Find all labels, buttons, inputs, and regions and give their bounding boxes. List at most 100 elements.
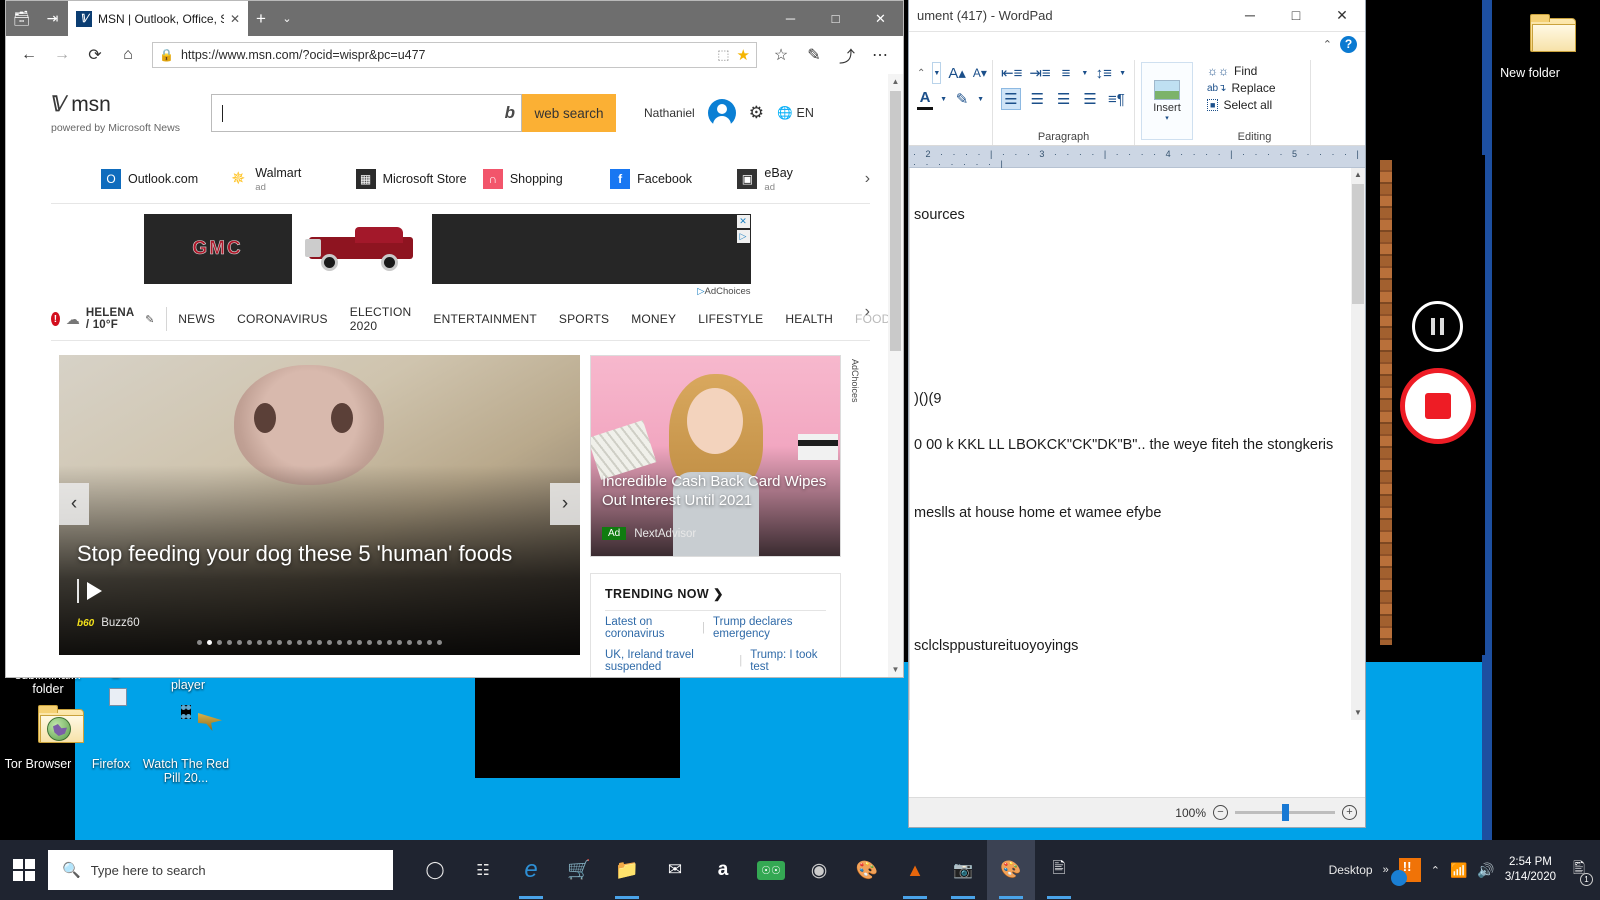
partner-walmart[interactable]: ✵ Walmart ad [228, 164, 355, 193]
partner-microsoft-store[interactable]: ▦ Microsoft Store [355, 168, 483, 189]
font-color-icon[interactable]: A [917, 88, 934, 110]
partner-shopping[interactable]: ∩ Shopping [482, 168, 610, 189]
scrollbar-thumb[interactable] [1352, 184, 1364, 304]
wordpad-minimize-button[interactable]: ─ [1227, 0, 1273, 30]
page-scrollbar[interactable]: ▲ ▼ [888, 74, 903, 677]
start-button[interactable] [0, 840, 48, 900]
camera-app-icon[interactable]: 📷 [939, 840, 987, 900]
zoom-out-button[interactable]: − [1213, 805, 1228, 820]
desktop-icon-red-pill-video[interactable]: Watch The Red Pill 20... [140, 705, 232, 785]
insert-button[interactable]: Insert ▾ [1141, 62, 1193, 140]
microsoft-store-icon[interactable]: 🛒 [555, 840, 603, 900]
wordpad-document-area[interactable]: sources )()(9 0 00 k KKL LL LBOKCK"CK"DK… [909, 168, 1365, 720]
nav-news[interactable]: NEWS [167, 312, 226, 326]
task-view-icon[interactable]: ☷ [459, 840, 507, 900]
align-right-icon[interactable]: ☰ [1054, 88, 1073, 110]
wordpad-ruler[interactable]: · 2 · · · · | · · · 3 · · · · | · · · · … [909, 146, 1365, 169]
carousel-next-button[interactable]: › [550, 483, 580, 525]
nav-money[interactable]: MONEY [620, 312, 687, 326]
trending-link[interactable]: Trump declares emergency [713, 616, 826, 640]
play-video-button[interactable] [77, 579, 102, 603]
amazon-icon[interactable]: a [699, 840, 747, 900]
stop-button[interactable] [1400, 368, 1476, 444]
pencil-icon[interactable]: ✎ [145, 313, 154, 326]
help-icon[interactable]: ? [1340, 35, 1357, 53]
tray-overflow-icon[interactable]: » [1383, 864, 1389, 876]
partner-outlook[interactable]: O Outlook.com [101, 168, 228, 189]
address-bar[interactable]: 🔒 https://www.msn.com/?ocid=wispr&pc=u47… [152, 42, 757, 68]
wordpad-maximize-button[interactable]: □ [1273, 0, 1319, 30]
taskbar-search-box[interactable]: 🔍 Type here to search [48, 850, 393, 890]
wordpad-title-bar[interactable]: ument (417) - WordPad ─ □ ✕ [909, 0, 1365, 32]
favorites-hub-icon[interactable]: ☆ [766, 40, 796, 70]
language-selector[interactable]: 🌐 EN [777, 106, 814, 121]
decrease-indent-icon[interactable]: ⇤≡ [1001, 62, 1022, 84]
close-tab-icon[interactable]: ✕ [230, 12, 240, 26]
avatar[interactable] [707, 99, 736, 127]
new-tab-button[interactable]: + [248, 1, 274, 36]
font-color-caret[interactable]: ▼ [940, 96, 947, 103]
web-search-button[interactable]: web search [522, 94, 616, 132]
grow-font-icon[interactable]: A▴ [948, 62, 966, 84]
font-dropdown-caret[interactable]: ▼ [932, 62, 942, 84]
msn-search[interactable]: b web search [211, 94, 616, 132]
wordpad-icon[interactable]: 🖹 [1035, 840, 1083, 900]
adchoices-icon[interactable]: ▷ [736, 230, 750, 243]
gear-icon[interactable]: ⚙ [749, 103, 764, 123]
adchoices-label[interactable]: ▷AdChoices [144, 286, 750, 297]
show-hidden-icons-chevron-up-icon[interactable]: ⌃ [1431, 864, 1440, 877]
page-scroll-up-arrow[interactable]: ▲ [888, 74, 903, 89]
scroll-down-arrow[interactable]: ▼ [1351, 706, 1365, 720]
trending-link[interactable]: UK, Ireland travel suspended [605, 649, 731, 673]
wordpad-scrollbar[interactable]: ▲ ▼ [1351, 168, 1365, 720]
partners-next-icon[interactable]: › [865, 170, 870, 188]
favorite-star-icon[interactable]: ★ [737, 46, 750, 64]
scroll-up-icon[interactable]: ⌃ [917, 68, 925, 79]
weather-widget[interactable]: ! ☁ HELENA / 10°F ✎ [51, 307, 168, 331]
volume-icon[interactable]: 🔊 [1477, 862, 1494, 879]
cortana-icon[interactable]: ◯ [411, 840, 459, 900]
wordpad-page[interactable]: sources )()(9 0 00 k KKL LL LBOKCK"CK"DK… [909, 168, 1351, 720]
edge-page-content[interactable]: 𝕍 msn powered by Microsoft News b web se… [6, 74, 903, 677]
partner-facebook[interactable]: f Facebook [610, 168, 737, 189]
sidebar-advertisement[interactable]: Incredible Cash Back Card Wipes Out Inte… [590, 355, 841, 557]
desktop-icon-new-folder[interactable]: New folder [1482, 14, 1578, 80]
nav-sports[interactable]: SPORTS [548, 312, 620, 326]
bullets-icon[interactable]: ≡ [1058, 62, 1075, 84]
justify-icon[interactable]: ☰ [1080, 88, 1099, 110]
adchoices-vertical-label[interactable]: AdChoices [850, 359, 860, 403]
edge-browser-window[interactable]: 🗃 ⇥ 𝕍 MSN | Outlook, Office, S ✕ + ⌄ ─ □… [6, 1, 903, 677]
zoom-slider-thumb[interactable] [1282, 804, 1289, 821]
vlc-icon[interactable]: ▲ [891, 840, 939, 900]
carousel-dots[interactable] [59, 640, 580, 645]
carousel-prev-button[interactable]: ‹ [59, 483, 89, 525]
forward-button[interactable]: → [47, 40, 77, 70]
close-ad-icon[interactable]: ✕ [736, 215, 750, 228]
hero-article[interactable]: Stop feeding your dog these 5 'human' fo… [59, 355, 580, 655]
zoom-in-button[interactable]: + [1342, 805, 1357, 820]
edge-minimize-button[interactable]: ─ [768, 1, 813, 36]
trending-heading[interactable]: TRENDING NOW ❯ [605, 586, 826, 611]
edge-close-button[interactable]: ✕ [858, 1, 903, 36]
tabs-you-set-aside-icon[interactable]: ⇥ [37, 1, 68, 36]
file-explorer-icon[interactable]: 📁 [603, 840, 651, 900]
web-notes-icon[interactable]: ✎ [799, 40, 829, 70]
clock[interactable]: 2:54 PM 3/14/2020 [1505, 855, 1556, 885]
back-button[interactable]: ← [14, 40, 44, 70]
share-icon[interactable]: ⤴ [832, 40, 862, 70]
line-spacing-icon[interactable]: ↕≡ [1095, 62, 1112, 84]
pause-button[interactable] [1412, 301, 1463, 352]
align-left-icon[interactable]: ☰ [1001, 88, 1021, 110]
nav-entertainment[interactable]: ENTERTAINMENT [422, 312, 548, 326]
reading-view-icon[interactable]: ⬚ [717, 47, 729, 63]
network-icon[interactable]: 📶 [1450, 862, 1467, 879]
highlight-icon[interactable]: ✎ [954, 88, 970, 110]
replace-button[interactable]: ab↴ Replace [1207, 81, 1302, 95]
action-center-icon[interactable]: 🖺 1 [1566, 855, 1593, 886]
paint-icon[interactable]: 🎨 [987, 840, 1035, 900]
update-alert-icon[interactable] [1390, 858, 1421, 886]
shrink-font-icon[interactable]: A▾ [973, 62, 987, 84]
partner-ebay[interactable]: ▣ eBay ad [737, 164, 864, 193]
home-button[interactable]: ⌂ [113, 40, 143, 70]
find-button[interactable]: ☼☼ Find [1207, 64, 1302, 78]
